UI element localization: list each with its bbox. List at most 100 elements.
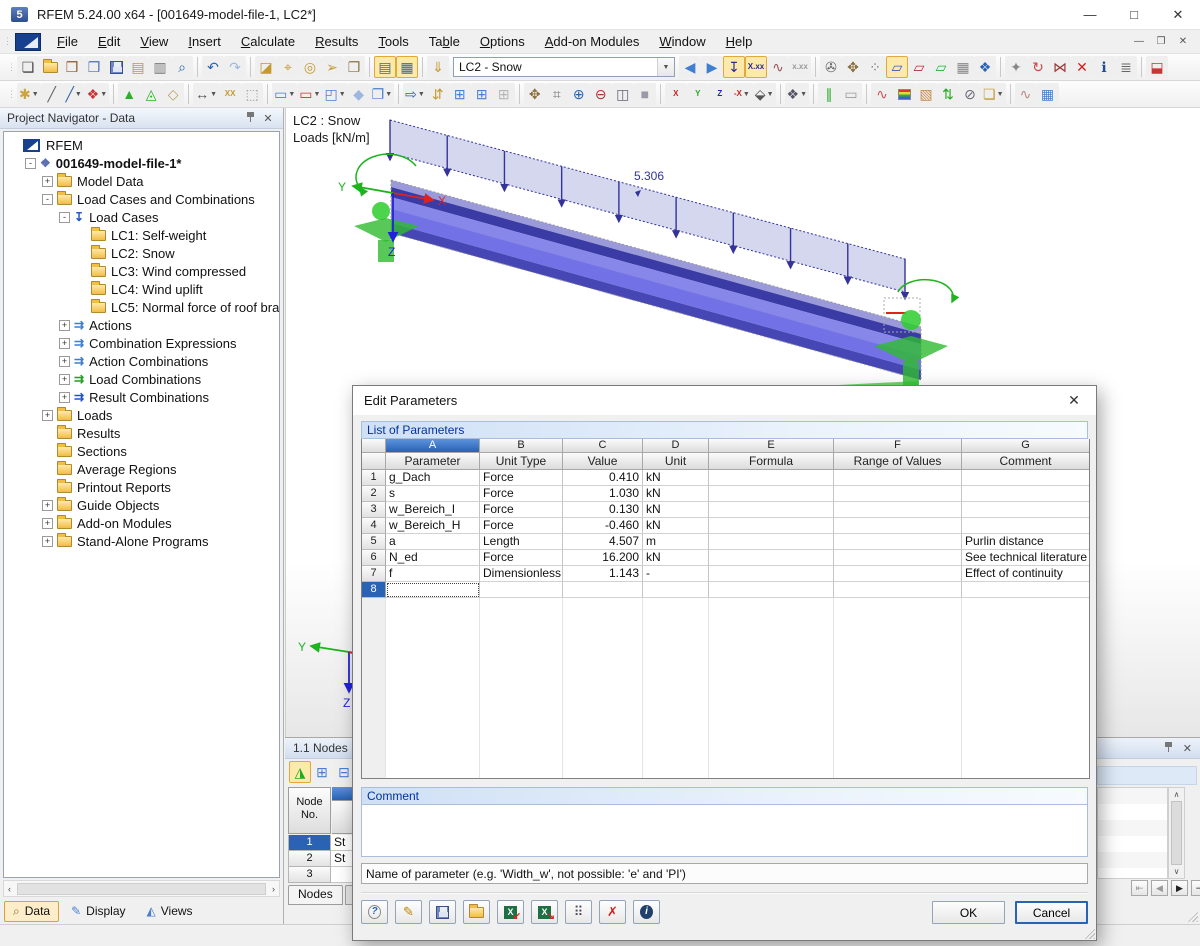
- wireframe-box-icon[interactable]: ◫: [612, 83, 634, 105]
- param-cell[interactable]: See technical literature: [962, 550, 1089, 566]
- rotate-view-icon[interactable]: ↻: [1027, 56, 1049, 78]
- expand-icon[interactable]: +: [59, 338, 70, 349]
- column-letter-E[interactable]: E: [709, 439, 834, 453]
- section-tool-icon-dropdown[interactable]: ▼: [339, 91, 346, 98]
- right-support-sphere[interactable]: [901, 310, 921, 330]
- mdi-restore-icon[interactable]: ❐: [1150, 33, 1172, 51]
- previous-record-button[interactable]: ◀: [1151, 880, 1168, 896]
- vscroll-thumb[interactable]: [1171, 801, 1182, 865]
- visibility-plane-icon[interactable]: ❖: [974, 56, 996, 78]
- solid-tool-icon[interactable]: ◆: [348, 83, 370, 105]
- info-button[interactable]: i: [633, 900, 660, 924]
- column-letter-F[interactable]: F: [834, 439, 962, 453]
- show-result-values-icon[interactable]: x.xx: [789, 56, 811, 78]
- column-header-value[interactable]: Value: [563, 453, 643, 470]
- dimension-icon-dropdown[interactable]: ▼: [210, 91, 217, 98]
- scroll-right-icon[interactable]: ›: [272, 884, 275, 894]
- dimension-icon[interactable]: ↔▼: [193, 83, 219, 105]
- insert-node-icon[interactable]: ✱▼: [17, 83, 41, 105]
- param-cell[interactable]: N_ed: [386, 550, 480, 566]
- expand-icon[interactable]: +: [42, 410, 53, 421]
- first-record-button[interactable]: ⇤: [1131, 880, 1148, 896]
- param-cell[interactable]: [563, 582, 643, 598]
- view-minus-x-icon[interactable]: -X▼: [731, 83, 753, 105]
- insert-node-icon-dropdown[interactable]: ▼: [32, 91, 39, 98]
- param-cell[interactable]: a: [386, 534, 480, 550]
- new-file-icon[interactable]: ❏: [17, 56, 39, 78]
- load-case-combobox[interactable]: LC2 - Snow▼: [453, 57, 675, 77]
- column-letter-C[interactable]: C: [563, 439, 643, 453]
- menu-file[interactable]: File: [47, 31, 88, 52]
- row-number[interactable]: 1: [362, 470, 386, 486]
- param-cell[interactable]: Force: [480, 550, 563, 566]
- nodes-col-header[interactable]: Node No.: [288, 787, 331, 834]
- next-loadcase-icon[interactable]: ▶: [701, 56, 723, 78]
- param-cell[interactable]: [834, 550, 962, 566]
- export-archive-icon[interactable]: ❒: [83, 56, 105, 78]
- zoom-window-icon[interactable]: ⌗: [546, 83, 568, 105]
- grid-icon[interactable]: ⁘: [864, 56, 886, 78]
- param-cell[interactable]: Force: [480, 470, 563, 486]
- table-layout-icon[interactable]: ▦: [396, 56, 418, 78]
- show-results-icon[interactable]: ∿: [767, 56, 789, 78]
- param-cell[interactable]: kN: [643, 470, 709, 486]
- node-number[interactable]: 3: [288, 867, 331, 883]
- delete-all-button[interactable]: ✗: [599, 900, 626, 924]
- menu-calculate[interactable]: Calculate: [231, 31, 305, 52]
- param-cell[interactable]: [709, 566, 834, 582]
- tree-item-printout-reports[interactable]: Printout Reports: [4, 478, 279, 496]
- surface-tool-icon[interactable]: ▭▼: [272, 83, 297, 105]
- scroll-down-icon[interactable]: ∨: [1174, 867, 1180, 876]
- param-cell[interactable]: 1.143: [563, 566, 643, 582]
- expand-icon[interactable]: +: [59, 356, 70, 367]
- insert-surface-icon[interactable]: ◇: [162, 83, 184, 105]
- expand-icon[interactable]: +: [42, 518, 53, 529]
- mirror-icon[interactable]: ⋈: [1049, 56, 1071, 78]
- tab-views[interactable]: ◭Views: [138, 901, 202, 921]
- param-cell[interactable]: -: [643, 566, 709, 582]
- clipping-plane-icon[interactable]: ⊘: [959, 83, 981, 105]
- rfem-logo-icon[interactable]: [15, 33, 41, 51]
- combo-dropdown-icon[interactable]: ▼: [657, 58, 674, 76]
- previous-loadcase-icon[interactable]: ◀: [679, 56, 701, 78]
- rendering-icon[interactable]: ❖▼: [785, 83, 810, 105]
- paste-icon[interactable]: ▤: [127, 56, 149, 78]
- new-window-icon[interactable]: ❐: [343, 56, 365, 78]
- param-cell[interactable]: [386, 582, 480, 598]
- numbering-members-icon[interactable]: ⊞: [449, 83, 471, 105]
- isometric-view-icon-dropdown[interactable]: ▼: [767, 91, 774, 98]
- dialog-titlebar[interactable]: Edit Parameters ✕: [353, 386, 1096, 415]
- column-letter-G[interactable]: G: [962, 439, 1089, 453]
- param-cell[interactable]: [834, 470, 962, 486]
- export-excel-button[interactable]: X↘: [531, 900, 558, 924]
- tree-item-actions[interactable]: +⇉Actions: [4, 316, 279, 334]
- panel-resize-grip[interactable]: [1185, 909, 1198, 922]
- delete-selection-icon[interactable]: ✕: [1071, 56, 1093, 78]
- copy-object-icon-dropdown[interactable]: ▼: [385, 91, 392, 98]
- rendered-cube-icon[interactable]: ▧: [915, 83, 937, 105]
- param-cell[interactable]: Force: [480, 486, 563, 502]
- table-grid-icon[interactable]: ▦: [1037, 83, 1059, 105]
- insert-member-icon[interactable]: ╱▼: [63, 83, 85, 105]
- maximize-button[interactable]: □: [1112, 0, 1156, 29]
- param-cell[interactable]: f: [386, 566, 480, 582]
- scroll-thumb[interactable]: [17, 883, 266, 895]
- param-cell[interactable]: kN: [643, 502, 709, 518]
- param-cell[interactable]: [834, 566, 962, 582]
- param-cell[interactable]: [834, 518, 962, 534]
- expand-icon[interactable]: +: [42, 500, 53, 511]
- row-number[interactable]: 2: [362, 486, 386, 502]
- plane-xz-icon[interactable]: ▱: [930, 56, 952, 78]
- guide-lines-icon[interactable]: ∥: [818, 83, 840, 105]
- row-number[interactable]: 3: [362, 502, 386, 518]
- member-diagram-icon[interactable]: ∿: [1015, 83, 1037, 105]
- mdi-minimize-icon[interactable]: —: [1128, 33, 1150, 51]
- tree-item-lc3-wind-compressed[interactable]: LC3: Wind compressed: [4, 262, 279, 280]
- param-cell[interactable]: [962, 502, 1089, 518]
- expand-icon[interactable]: +: [59, 374, 70, 385]
- param-cell[interactable]: 0.130: [563, 502, 643, 518]
- view-x-icon[interactable]: X: [665, 83, 687, 105]
- view-z-icon[interactable]: Z: [709, 83, 731, 105]
- redo-icon[interactable]: ↷: [224, 56, 246, 78]
- param-cell[interactable]: [709, 486, 834, 502]
